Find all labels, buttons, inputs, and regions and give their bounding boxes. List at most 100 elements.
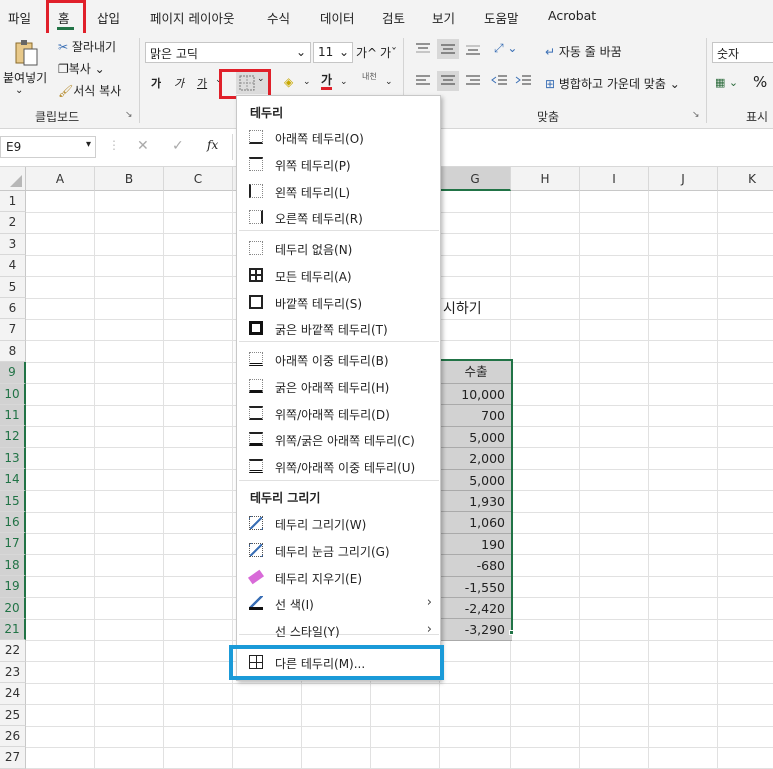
column-header-h[interactable]: H: [511, 167, 580, 191]
fill-handle[interactable]: [509, 630, 514, 635]
menu-item-thick-outside-border[interactable]: 굵은 바깥쪽 테두리(T): [237, 315, 440, 342]
paste-dropdown-icon[interactable]: ⌄: [15, 85, 23, 96]
row-header-13[interactable]: 13: [0, 447, 26, 470]
wrap-text-button[interactable]: ↵ 자동 줄 바꿈: [545, 43, 622, 60]
align-left-icon[interactable]: [414, 73, 432, 92]
fill-color-dropdown-icon[interactable]: ⌄: [303, 77, 311, 87]
font-size-select[interactable]: 11 ⌄: [313, 42, 353, 63]
column-header-k[interactable]: K: [718, 167, 773, 191]
data-cell[interactable]: 2,000: [440, 448, 512, 470]
underline-button[interactable]: 가: [197, 75, 207, 91]
menu-item-no-border[interactable]: 테두리 없음(N): [237, 235, 440, 262]
name-box[interactable]: E9 ▾: [0, 136, 96, 158]
menu-item-top-double-bottom-border[interactable]: 위쪽/아래쪽 이중 테두리(U): [237, 453, 440, 480]
select-all-corner[interactable]: [0, 167, 26, 191]
percent-button[interactable]: %: [753, 73, 767, 91]
row-header-7[interactable]: 7: [0, 319, 26, 341]
row-header-23[interactable]: 23: [0, 661, 26, 684]
format-painter-button[interactable]: 🖌서식 복사: [58, 82, 121, 99]
data-cell[interactable]: -680: [440, 555, 512, 577]
decrease-indent-icon[interactable]: [491, 73, 509, 92]
column-header-a[interactable]: A: [26, 167, 95, 191]
data-cell[interactable]: 190: [440, 533, 512, 556]
data-cell[interactable]: 1,930: [440, 491, 512, 513]
tab-insert[interactable]: 삽입: [97, 8, 120, 27]
align-right-icon[interactable]: [464, 73, 482, 92]
fill-color-button[interactable]: ◈: [284, 75, 293, 89]
tab-data[interactable]: 데이터: [320, 8, 355, 27]
merge-center-button[interactable]: ⊞ 병합하고 가운데 맞춤 ⌄: [545, 75, 680, 92]
tab-review[interactable]: 검토: [382, 8, 405, 27]
cell-g9-header[interactable]: 수출: [440, 360, 512, 384]
row-header-12[interactable]: 12: [0, 426, 26, 448]
data-cell[interactable]: -1,550: [440, 576, 512, 598]
row-header-15[interactable]: 15: [0, 490, 26, 512]
row-header-17[interactable]: 17: [0, 533, 26, 555]
row-header-3[interactable]: 3: [0, 233, 26, 256]
cancel-icon[interactable]: ✕: [137, 138, 149, 154]
row-header-14[interactable]: 14: [0, 469, 26, 491]
row-header-20[interactable]: 20: [0, 597, 26, 619]
italic-button[interactable]: 가: [174, 75, 184, 91]
tab-formulas[interactable]: 수식: [267, 8, 290, 27]
row-header-22[interactable]: 22: [0, 640, 26, 662]
menu-item-top-border[interactable]: 위쪽 테두리(P): [237, 151, 440, 178]
clipboard-launcher-icon[interactable]: ↘: [125, 110, 133, 120]
insert-function-icon[interactable]: fx: [207, 138, 218, 152]
data-cell[interactable]: 5,000: [440, 469, 512, 491]
row-header-9[interactable]: 9: [0, 362, 26, 384]
font-color-dropdown-icon[interactable]: ⌄: [340, 77, 348, 87]
phonetic-dropdown-icon[interactable]: ⌄: [385, 77, 393, 87]
row-header-27[interactable]: 27: [0, 747, 26, 769]
tab-acrobat[interactable]: Acrobat: [548, 8, 596, 23]
data-cell[interactable]: -2,420: [440, 598, 512, 620]
row-header-8[interactable]: 8: [0, 340, 26, 363]
font-color-button[interactable]: 가: [321, 74, 333, 90]
menu-item-right-border[interactable]: 오른쪽 테두리(R): [237, 204, 440, 231]
menu-item-draw-border-grid[interactable]: 테두리 눈금 그리기(G): [237, 537, 440, 564]
data-cell[interactable]: 1,060: [440, 512, 512, 534]
menu-item-left-border[interactable]: 왼쪽 테두리(L): [237, 178, 440, 205]
row-header-25[interactable]: 25: [0, 704, 26, 726]
paste-icon[interactable]: [12, 39, 40, 67]
tab-help[interactable]: 도움말: [484, 8, 519, 27]
row-header-11[interactable]: 11: [0, 405, 26, 427]
column-header-b[interactable]: B: [95, 167, 164, 191]
column-header-g[interactable]: G: [440, 167, 511, 191]
menu-item-all-borders[interactable]: 모든 테두리(A): [237, 262, 440, 289]
menu-item-pen-color[interactable]: 선 색(I) ›: [237, 590, 440, 617]
menu-item-bottom-double-border[interactable]: 아래쪽 이중 테두리(B): [237, 346, 440, 373]
bold-button[interactable]: 가: [151, 75, 161, 91]
data-cell[interactable]: -3,290: [440, 619, 512, 641]
menu-item-draw-border[interactable]: 테두리 그리기(W): [237, 510, 440, 537]
row-header-16[interactable]: 16: [0, 512, 26, 534]
align-bottom-icon[interactable]: [464, 41, 482, 60]
paste-button[interactable]: 붙여넣기: [3, 69, 47, 86]
row-header-19[interactable]: 19: [0, 576, 26, 598]
grow-font-button[interactable]: 가^: [356, 44, 377, 61]
row-header-1[interactable]: 1: [0, 191, 26, 213]
row-header-10[interactable]: 10: [0, 383, 26, 405]
menu-item-eraser[interactable]: 테두리 지우기(E): [237, 564, 440, 591]
cut-button[interactable]: ✂ 잘라내기: [58, 38, 116, 55]
menu-item-thick-bottom-border[interactable]: 굵은 아래쪽 테두리(H): [237, 373, 440, 400]
row-header-2[interactable]: 2: [0, 212, 26, 234]
menu-item-top-bottom-border[interactable]: 위쪽/아래쪽 테두리(D): [237, 400, 440, 427]
row-header-21[interactable]: 21: [0, 619, 26, 641]
menu-item-line-style[interactable]: 선 스타일(Y) ›: [237, 617, 440, 644]
data-cell[interactable]: 10,000: [440, 384, 512, 406]
row-header-6[interactable]: 6: [0, 298, 26, 320]
align-middle-icon[interactable]: [437, 39, 459, 59]
copy-button[interactable]: ❐복사 ⌄: [58, 60, 105, 77]
number-format-select[interactable]: 숫자: [712, 42, 773, 63]
column-header-i[interactable]: I: [580, 167, 649, 191]
menu-item-outside-borders[interactable]: 바깥쪽 테두리(S): [237, 289, 440, 316]
tab-view[interactable]: 보기: [432, 8, 455, 27]
enter-check-icon[interactable]: ✓: [172, 138, 184, 154]
increase-indent-icon[interactable]: [515, 73, 533, 92]
align-center-icon[interactable]: [437, 71, 459, 91]
column-header-j[interactable]: J: [649, 167, 718, 191]
align-top-icon[interactable]: [414, 41, 432, 60]
menu-item-bottom-border[interactable]: 아래쪽 테두리(O): [237, 124, 440, 151]
accounting-format-icon[interactable]: ▦ ⌄: [715, 76, 738, 89]
